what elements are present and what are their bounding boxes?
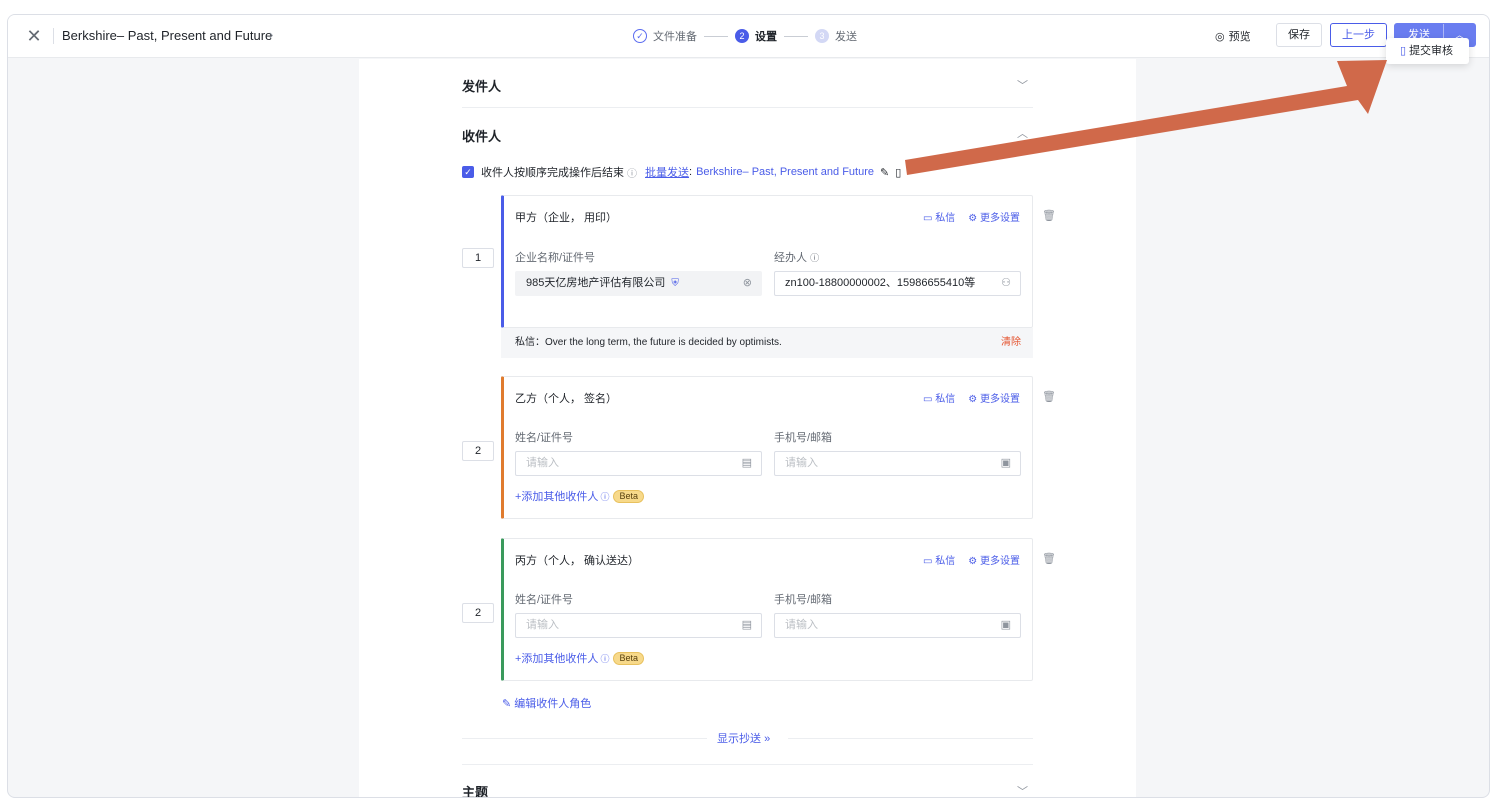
more-settings-button[interactable]: ⚙ 更多设置 [968,552,1020,567]
phone-email-input[interactable]: 请输入 ▣ [774,613,1021,638]
card-actions: ▭ 私信 ⚙ 更多设置 [923,209,1020,224]
beta-badge: Beta [613,651,644,665]
batch-colon: : [689,166,693,178]
private-message-note: 私信：Over the long term, the future is dec… [501,328,1033,358]
recipient-role-title: 丙方（个人， 确认送达） [515,555,640,567]
trash-icon[interactable]: 🗑 [1042,552,1056,565]
chevron-down-icon[interactable]: ﹀ [1017,77,1028,93]
sender-section-title[interactable]: 发件人 [462,76,501,95]
name-field-label: 姓名/证件号 [515,594,574,606]
id-card-icon[interactable]: ▤ [742,614,752,637]
divider [462,738,707,739]
step-number-send: 3 [815,29,829,43]
step-done-icon: ✓ [633,29,647,43]
recipient-card-a: 甲方（企业， 用印） ▭ 私信 ⚙ 更多设置 企业名称/证件号 985天亿房地产… [501,195,1033,328]
eye-icon: ◎ [1215,30,1225,43]
more-settings-button[interactable]: ⚙ 更多设置 [968,209,1020,224]
batch-send-link[interactable]: 批量发送 [645,164,689,180]
step-connector [704,35,728,37]
card-actions: ▭ 私信 ⚙ 更多设置 [923,552,1020,567]
divider [462,764,1033,765]
chevron-up-icon[interactable]: ︿ [1017,125,1028,141]
handler-field-label: 经办人 ⓘ [774,252,820,264]
send-dropdown-menu[interactable]: ▯ 提交审核 [1386,38,1469,64]
company-field-label: 企业名称/证件号 [515,252,596,264]
batch-send-value: Berkshire– Past, Present and Future [696,166,874,178]
name-id-input[interactable]: 请输入 ▤ [515,613,762,638]
id-card-icon[interactable]: ▤ [742,452,752,475]
stepper: ✓ 文件准备 2 设置 3 发送 [633,27,857,45]
info-icon: ⓘ [600,653,610,664]
order-number[interactable]: 1 [462,248,494,268]
document-icon[interactable]: ▯ [895,166,901,179]
info-icon: ⓘ [627,168,637,180]
info-icon: ⓘ [600,491,610,502]
name-field-label: 姓名/证件号 [515,432,574,444]
edit-recipient-roles-button[interactable]: ✎ 编辑收件人角色 [502,695,591,711]
top-bar: ✕ Berkshire– Past, Present and Future › … [8,15,1489,58]
recipient-role-title: 乙方（个人， 签名） [515,393,618,405]
order-number[interactable]: 2 [462,441,494,461]
submit-review-icon: ▯ [1400,45,1407,57]
sequential-checkbox[interactable]: ✓ [462,166,474,178]
pencil-icon: ✎ [502,698,512,710]
card-actions: ▭ 私信 ⚙ 更多设置 [923,390,1020,405]
trash-icon[interactable]: 🗑 [1042,390,1056,403]
add-other-recipient-button[interactable]: +添加其他收件人 ⓘ Beta [515,650,644,666]
recipient-card-c: 丙方（个人， 确认送达） ▭ 私信 ⚙ 更多设置 姓名/证件号 请输入 ▤ 手机… [501,538,1033,681]
preview-label: 预览 [1228,31,1251,43]
contact-book-icon[interactable]: ▣ [1001,614,1011,637]
divider [462,107,1033,108]
pencil-icon[interactable]: ✎ [880,166,889,179]
settings-panel: 发件人 ﹀ 收件人 ︿ ✓ 收件人按顺序完成操作后结束 ⓘ 批量发送 : Ber… [359,59,1136,797]
private-message-button[interactable]: ▭ 私信 [923,552,955,567]
add-other-recipient-button[interactable]: +添加其他收件人 ⓘ Beta [515,488,644,504]
contact-picker-icon[interactable]: ⚇ [1001,272,1011,295]
phone-email-input[interactable]: 请输入 ▣ [774,451,1021,476]
close-icon[interactable]: ✕ [25,27,43,45]
subject-section-title[interactable]: 主题 [462,782,488,797]
beta-badge: Beta [613,489,644,503]
phone-email-field-label: 手机号/邮箱 [774,594,833,606]
step-label-prepare: 文件准备 [653,31,697,43]
step-connector [784,35,808,37]
phone-email-field-label: 手机号/邮箱 [774,432,833,444]
step-number-settings: 2 [735,29,749,43]
company-field[interactable]: 985天亿房地产评估有限公司 ⛨ ⊗ [515,271,762,296]
trash-icon[interactable]: 🗑 [1042,209,1056,222]
save-button[interactable]: 保存 [1276,23,1322,47]
document-title[interactable]: Berkshire– Past, Present and Future [62,28,272,43]
recipient-card-b: 乙方（个人， 签名） ▭ 私信 ⚙ 更多设置 姓名/证件号 请输入 ▤ 手机号/… [501,376,1033,519]
clear-icon[interactable]: ⊗ [743,272,752,295]
previous-step-button[interactable]: 上一步 [1330,23,1387,47]
private-message-button[interactable]: ▭ 私信 [923,390,955,405]
sequential-label: 收件人按顺序完成操作后结束 [481,167,624,179]
sequential-option-row: ✓ 收件人按顺序完成操作后结束 ⓘ 批量发送 : Berkshire– Past… [462,164,901,180]
divider [788,738,1033,739]
clear-note-button[interactable]: 清除 [1001,328,1021,358]
step-label-settings: 设置 [755,31,777,43]
show-cc-button[interactable]: 显示抄送 » [717,730,770,746]
handler-field[interactable]: zn100-18800000002、15986655410等 ⚇ [774,271,1021,296]
step-label-send: 发送 [835,31,857,43]
more-settings-button[interactable]: ⚙ 更多设置 [968,390,1020,405]
contact-book-icon[interactable]: ▣ [1001,452,1011,475]
chevron-down-icon[interactable]: ﹀ [1017,783,1028,797]
chevron-right-icon[interactable]: › [269,27,273,42]
show-cc-row: 显示抄送 » [462,730,1033,746]
name-id-input[interactable]: 请输入 ▤ [515,451,762,476]
app-window: ✕ Berkshire– Past, Present and Future › … [7,14,1490,798]
submit-review-item[interactable]: 提交审核 [1409,45,1453,57]
divider [53,28,54,44]
private-message-button[interactable]: ▭ 私信 [923,209,955,224]
preview-button[interactable]: ◎ 预览 [1215,28,1251,44]
recipient-role-title: 甲方（企业， 用印） [515,212,618,224]
double-chevron-down-icon: » [764,733,771,745]
verified-icon: ⛨ [671,278,679,289]
order-number[interactable]: 2 [462,603,494,623]
recipients-section-title[interactable]: 收件人 [462,126,501,145]
